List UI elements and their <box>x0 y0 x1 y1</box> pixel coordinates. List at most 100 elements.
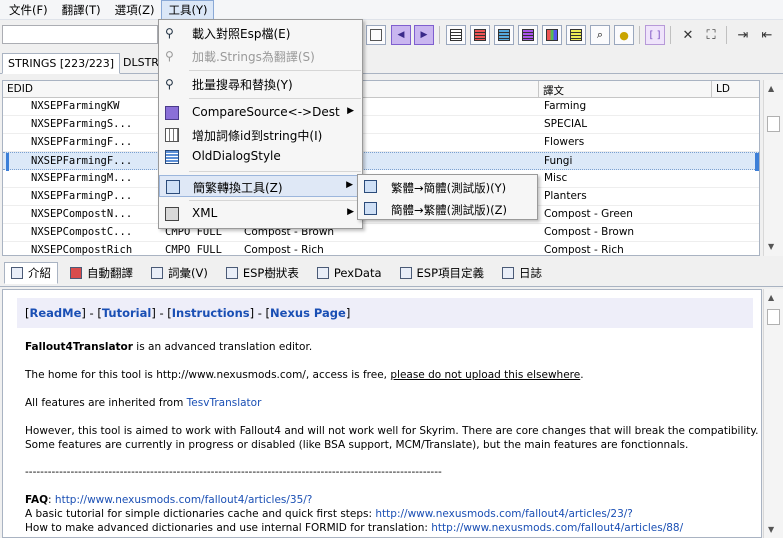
menu-item-batch-replace[interactable]: ⚲ 批量搜尋和替換(Y) <box>159 73 362 95</box>
content-scroll-up-icon[interactable]: ▲ <box>768 293 774 302</box>
scroll-down-icon[interactable]: ▼ <box>768 242 774 251</box>
table-row[interactable]: NXSEPCompostRich CMPO FULL Compost - Rich C… <box>3 242 759 256</box>
close-icon[interactable]: ✕ <box>678 25 698 45</box>
menu-item-xml[interactable]: XML ▶ <box>159 203 362 225</box>
lightbulb-icon[interactable]: ● <box>614 25 634 45</box>
table-row[interactable]: NXSEPFarmingKW Farming <box>3 98 759 116</box>
advanced-article-link[interactable]: http://www.nexusmods.com/fallout4/articl… <box>431 522 683 534</box>
tab-vocabulary[interactable]: 詞彙(V) <box>145 262 214 284</box>
dialog-icon <box>165 150 179 164</box>
content-scroll-down-icon[interactable]: ▼ <box>768 525 774 534</box>
grid-view-icon[interactable] <box>366 25 386 45</box>
xml-icon <box>165 207 179 221</box>
tab-intro[interactable]: 介紹 <box>4 262 58 284</box>
table-row[interactable]: NXSEPCompostC... CMPO FULL Compost - Brown… <box>3 224 759 242</box>
instructions-link[interactable]: Instructions <box>172 306 250 320</box>
however-line-2: Some features are currently in progress … <box>25 439 689 451</box>
faq-link[interactable]: http://www.nexusmods.com/fallout4/articl… <box>55 494 312 506</box>
submenu-item-trad-to-simp[interactable]: 繁體→簡體(測試版)(Y) <box>358 176 537 198</box>
import-icon[interactable]: ⇤ <box>757 25 777 45</box>
log-icon <box>502 267 515 279</box>
cell-edid: NXSEPFarmingF... <box>31 136 133 148</box>
menu-item-compare[interactable]: CompareSource<->Dest ▶ <box>159 102 362 124</box>
tab-strings[interactable]: STRINGS [223/223] <box>2 53 121 74</box>
tab-log[interactable]: 日誌 <box>496 262 548 284</box>
cell-translation: Compost - Rich <box>544 244 624 256</box>
yellow-list-icon[interactable] <box>566 25 586 45</box>
grid-header: EDID 譯文 LD <box>3 81 759 98</box>
multicolor-list-icon[interactable] <box>542 25 562 45</box>
braces-icon[interactable]: [ ] <box>645 25 665 45</box>
scroll-thumb[interactable] <box>767 116 780 132</box>
tab-pexdata[interactable]: PexData <box>311 262 388 284</box>
search-input[interactable] <box>2 25 158 44</box>
tab-esp-definitions[interactable]: ESP項目定義 <box>394 262 491 284</box>
menu-item-convert-tool[interactable]: 簡繁轉換工具(Z) ▶ <box>159 175 362 197</box>
faq-line: FAQ: http://www.nexusmods.com/fallout4/a… <box>25 494 313 506</box>
cell-translation: SPECIAL <box>544 118 588 130</box>
magnifier-icon: ⚲ <box>165 26 174 40</box>
menu-tools[interactable]: 工具(Y) <box>161 0 215 20</box>
table-icon <box>165 128 179 142</box>
purple-list-icon[interactable] <box>518 25 538 45</box>
tools-menu: ⚲ 載入對照Esp檔(E) ⚲ 加載.Strings為翻譯(S) ⚲ 批量搜尋和… <box>158 19 363 229</box>
red-list-icon[interactable] <box>470 25 490 45</box>
cell-edid: NXSEPCompostC... <box>31 226 133 238</box>
content-scroll-thumb[interactable] <box>767 309 780 325</box>
bottom-tabs: 介紹 自動翻譯 詞彙(V) ESP樹狀表 PexData ESP項目定義 日誌 <box>0 260 783 287</box>
tab-auto-translate[interactable]: 自動翻譯 <box>64 262 139 284</box>
compare-icon <box>165 106 179 120</box>
submenu-item-simp-to-trad[interactable]: 簡體→繁體(測試版)(Z) <box>358 198 537 220</box>
auto-translate-icon <box>70 267 82 279</box>
submenu-arrow-icon: ▶ <box>346 180 353 190</box>
divider-line: ----------------------------------------… <box>25 466 442 478</box>
cell-translation: Planters <box>544 190 587 202</box>
menu-item-old-dialog[interactable]: OldDialogStyle <box>159 146 362 168</box>
cell-type: CMPO FULL <box>165 244 222 256</box>
advanced-line: How to make advanced dictionaries and us… <box>25 522 684 534</box>
col-header-translation[interactable]: 譯文 <box>539 81 712 97</box>
tutorial-line: A basic tutorial for simple dictionaries… <box>25 508 633 520</box>
content-scrollbar[interactable]: ▲ ▼ <box>763 289 783 538</box>
tesvtranslator-link[interactable]: TesvTranslator <box>187 397 262 409</box>
convert-icon <box>364 202 377 215</box>
nexus-page-link[interactable]: Nexus Page <box>270 306 346 320</box>
grid-scrollbar[interactable]: ▲ ▼ <box>763 80 783 256</box>
prev-purple-icon[interactable]: ◀ <box>391 25 411 45</box>
search-icon[interactable]: ⌕ <box>590 25 610 45</box>
menu-file[interactable]: 文件(F) <box>2 0 55 20</box>
menu-item-load-esp[interactable]: ⚲ 載入對照Esp檔(E) <box>159 22 362 44</box>
home-line: The home for this tool is http://www.nex… <box>25 369 584 381</box>
col-header-edid[interactable]: EDID <box>3 81 159 97</box>
list-icon[interactable] <box>446 25 466 45</box>
col-header-ld[interactable]: LD <box>712 81 759 97</box>
menu-item-load-strings: ⚲ 加載.Strings為翻譯(S) <box>165 49 315 64</box>
cell-translation: Compost - Green <box>544 208 633 220</box>
tutorial-article-link[interactable]: http://www.nexusmods.com/fallout4/articl… <box>375 508 632 520</box>
submenu-arrow-icon: ▶ <box>347 106 354 116</box>
table-row[interactable]: NXSEPFarmingF... Flowers <box>3 134 759 152</box>
magnifier-replace-icon: ⚲ <box>165 77 174 91</box>
cell-edid: NXSEPFarmingS... <box>31 118 133 130</box>
info-icon <box>11 267 23 279</box>
menu-item-add-id[interactable]: 增加詞條id到string中(I) <box>159 124 362 146</box>
cell-edid: NXSEPCompostN... <box>31 208 133 220</box>
tutorial-link[interactable]: Tutorial <box>102 306 151 320</box>
next-purple-icon[interactable]: ▶ <box>414 25 434 45</box>
export-icon[interactable]: ⇥ <box>733 25 753 45</box>
readme-banner: [ReadMe] - [Tutorial] - [Instructions] -… <box>17 298 753 328</box>
scroll-up-icon[interactable]: ▲ <box>768 84 774 93</box>
expand-icon[interactable]: ⛶ <box>701 25 721 45</box>
blue-list-icon[interactable] <box>494 25 514 45</box>
convert-icon <box>364 180 377 193</box>
readme-link[interactable]: ReadMe <box>30 306 82 320</box>
cell-translation: Fungi <box>544 155 573 167</box>
however-line-1: However, this tool is aimed to work with… <box>25 425 759 437</box>
tab-esp-tree[interactable]: ESP樹狀表 <box>220 262 305 284</box>
table-row[interactable]: NXSEPFarmingS... SPECIAL <box>3 116 759 134</box>
menu-options[interactable]: 選項(Z) <box>108 0 162 20</box>
table-row[interactable]: NXSEPFarmingF... Fungi <box>3 152 759 171</box>
menu-translate[interactable]: 翻譯(T) <box>55 0 108 20</box>
convert-submenu: 繁體→簡體(測試版)(Y) 簡體→繁體(測試版)(Z) <box>357 174 538 220</box>
definitions-icon <box>399 267 412 279</box>
